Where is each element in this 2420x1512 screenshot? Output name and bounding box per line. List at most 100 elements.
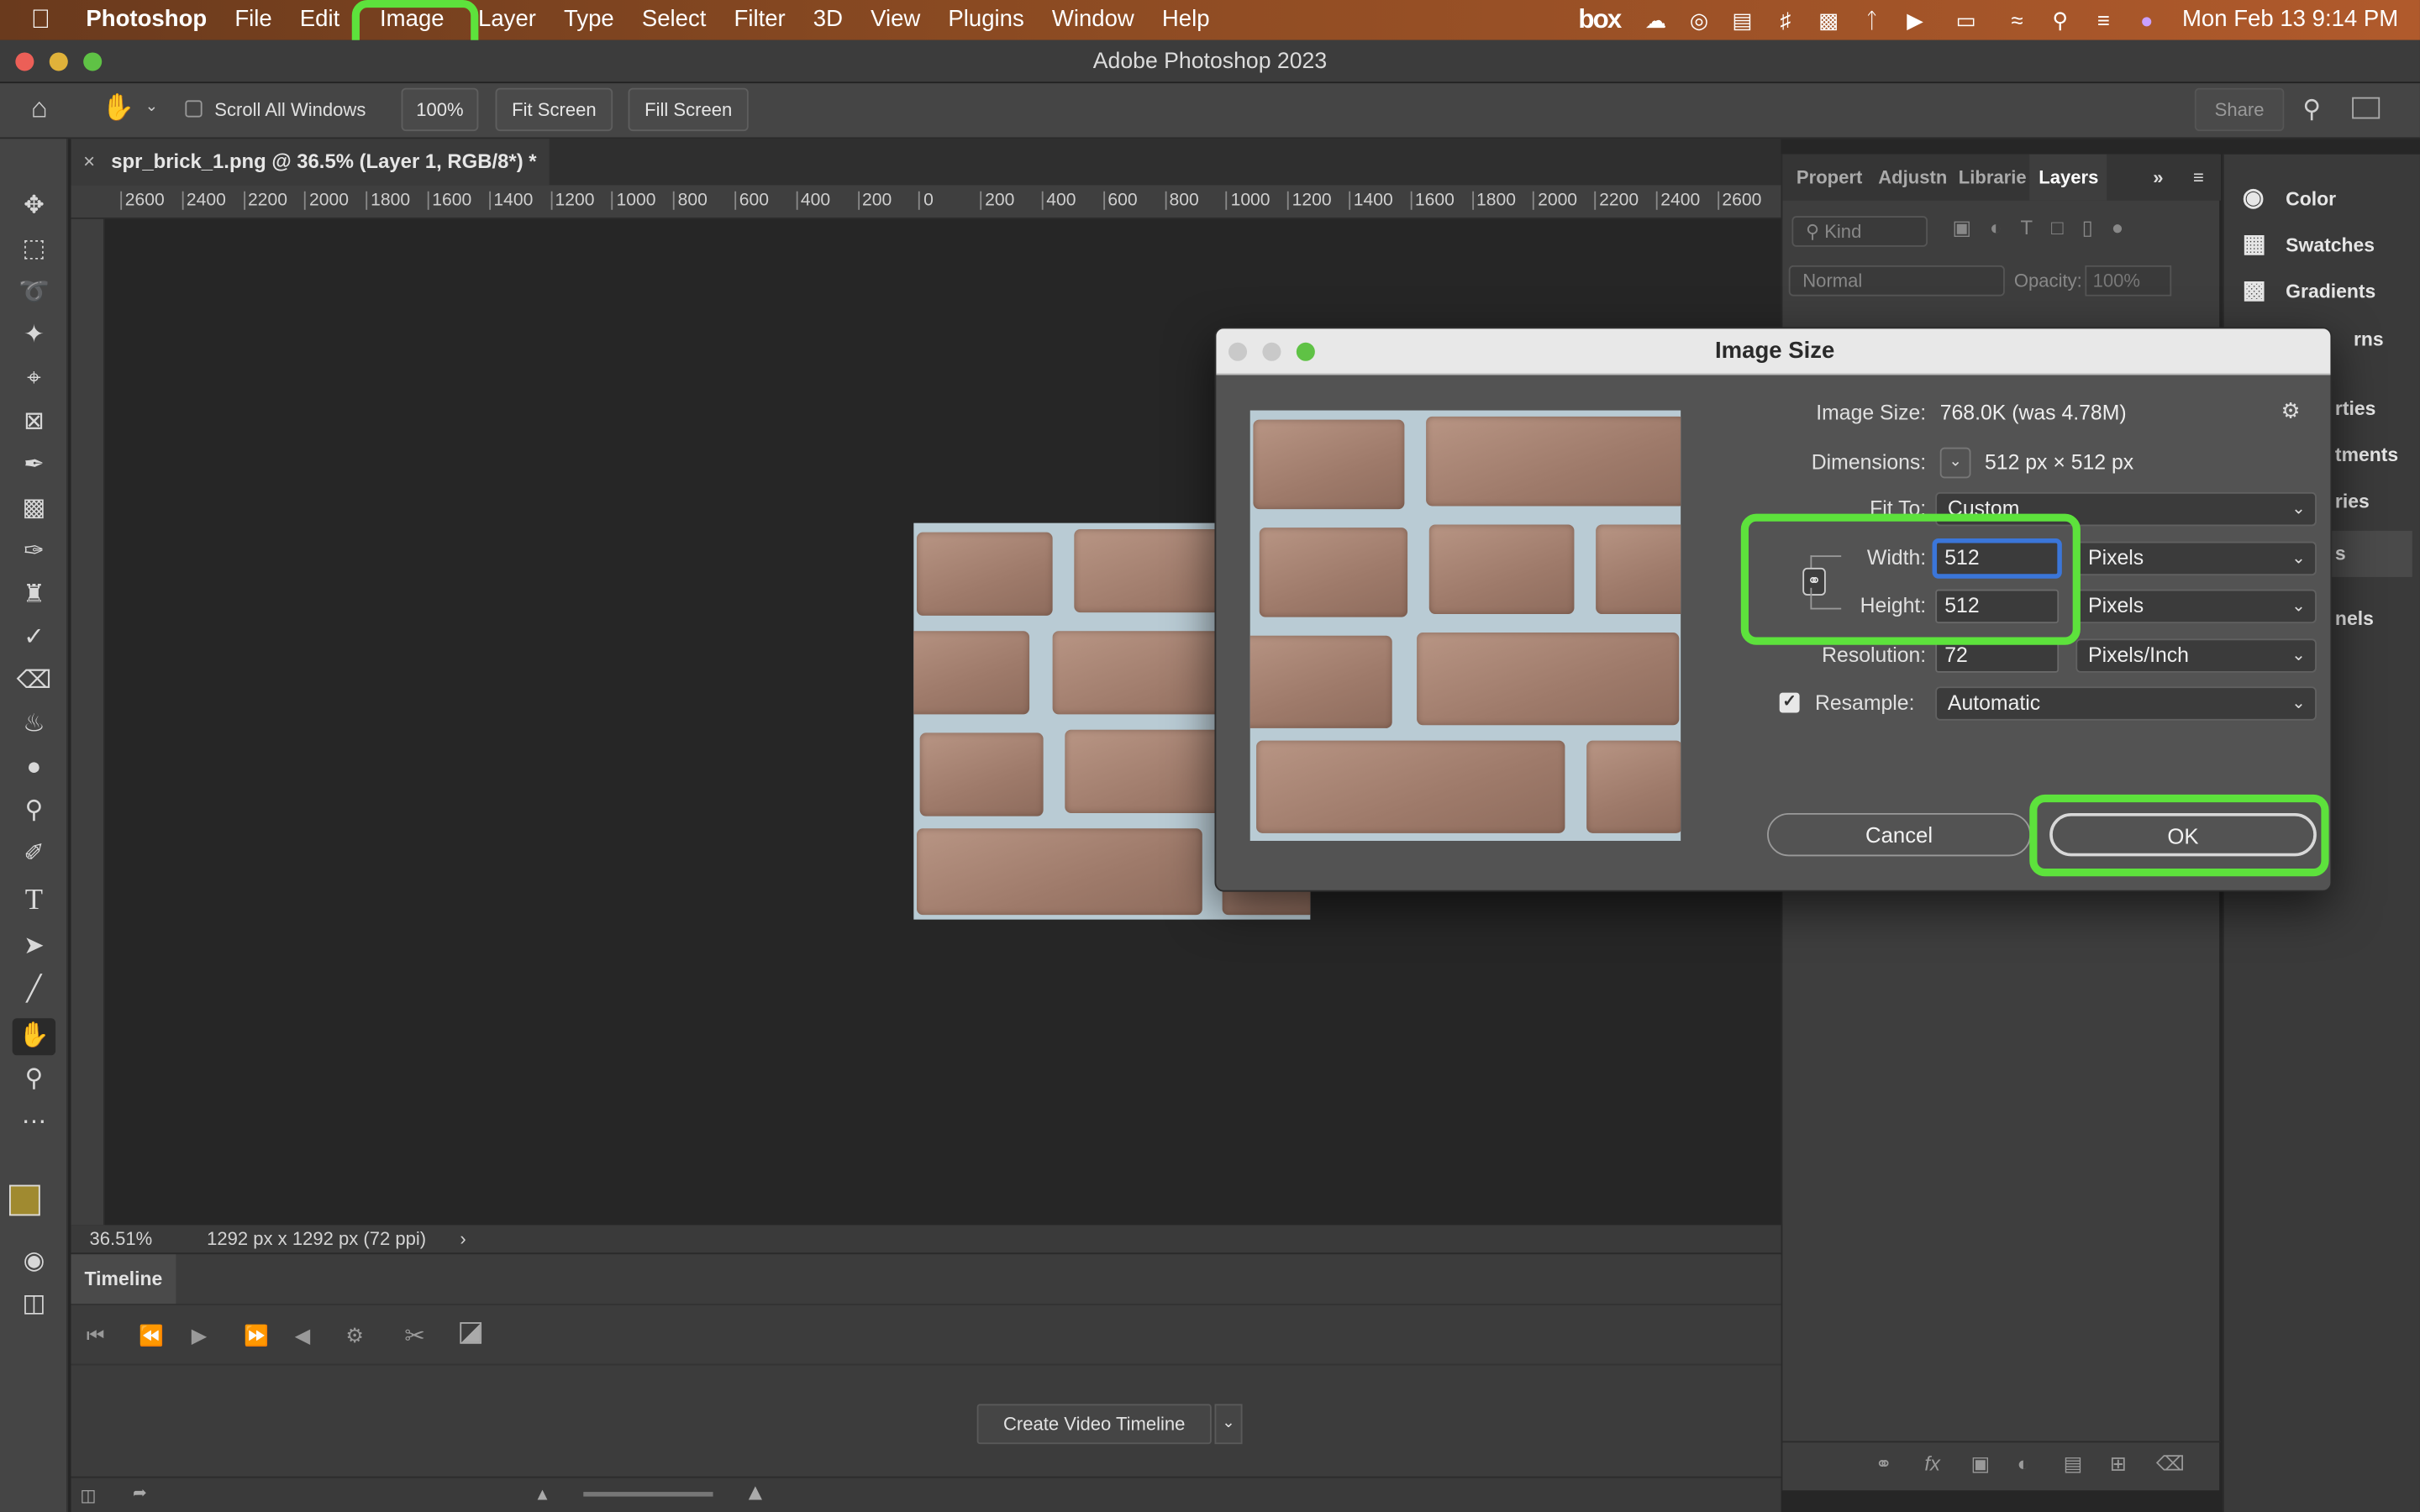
resolution-input[interactable]: 72 <box>1935 638 2060 673</box>
menu-help[interactable]: Help <box>1148 0 1223 40</box>
fill-screen-button[interactable]: Fill Screen <box>628 87 749 132</box>
menu-filter[interactable]: Filter <box>720 0 799 40</box>
quick-mask-icon[interactable]: ◉ <box>13 1243 55 1280</box>
dialog-minimize-button[interactable] <box>1262 342 1281 361</box>
cancel-button[interactable]: Cancel <box>1767 812 2032 857</box>
bluetooth-icon[interactable]: ᛏ <box>1860 9 1884 31</box>
fit-screen-button[interactable]: Fit Screen <box>495 87 613 132</box>
paint-bucket-tool-icon[interactable]: ♨ <box>13 706 55 743</box>
width-unit-select[interactable]: Pixels ⌄ <box>2075 541 2317 576</box>
scroll-all-checkbox[interactable] <box>185 100 203 118</box>
expand-tabs-icon[interactable]: » <box>2153 155 2163 201</box>
zoom-in-icon[interactable]: ▲ <box>744 1479 766 1505</box>
search-icon[interactable]: ⚲ <box>2048 9 2072 31</box>
play-icon[interactable]: ▶ <box>192 1324 207 1348</box>
quick-select-tool-icon[interactable]: ✦ <box>13 318 55 354</box>
link-layers-icon[interactable]: ⚭ <box>1876 1452 1892 1476</box>
fx-icon[interactable]: fx <box>1924 1452 1940 1475</box>
box-icon[interactable]: box <box>1565 0 1634 40</box>
menu-plugins[interactable]: Plugins <box>934 0 1038 40</box>
menu-clock[interactable]: Mon Feb 13 9:14 PM <box>2168 0 2420 40</box>
resample-select[interactable]: Automatic ⌄ <box>1935 686 2317 721</box>
control-center-icon[interactable]: ≡ <box>2091 9 2116 31</box>
crop-tool-icon[interactable]: ⌖ <box>13 361 55 398</box>
close-tab-icon[interactable]: × <box>83 139 95 185</box>
line-tool-icon[interactable]: ╱ <box>13 972 55 1009</box>
dialog-close-button[interactable] <box>1228 342 1248 361</box>
height-unit-select[interactable]: Pixels ⌄ <box>2075 589 2317 624</box>
dodge-tool-icon[interactable]: ⚲ <box>13 793 55 830</box>
menu-type[interactable]: Type <box>550 0 628 40</box>
eraser-tool-icon[interactable]: ⌫ <box>13 664 55 701</box>
next-frame-icon[interactable]: ⏩ <box>244 1324 269 1348</box>
type-tool-icon[interactable]: T <box>13 883 55 920</box>
blend-mode-select[interactable]: Normal <box>1788 265 2005 297</box>
pen-tool-icon[interactable]: ✐ <box>13 836 55 873</box>
hand-tool-icon[interactable]: ✋ <box>12 1018 56 1056</box>
screen-mode-icon[interactable]: ◫ <box>13 1287 55 1324</box>
lasso-tool-icon[interactable]: ➰ <box>13 275 55 312</box>
chevron-down-icon[interactable]: ⌄ <box>145 99 158 116</box>
frame-tool-icon[interactable]: ⊠ <box>13 404 55 441</box>
workspace-icon[interactable] <box>2352 97 2381 119</box>
keyboard-icon[interactable]: ▤ <box>1730 9 1754 31</box>
width-input[interactable]: 512 <box>1935 541 2060 576</box>
battery-icon[interactable]: ▭ <box>1946 9 1986 31</box>
close-window-button[interactable] <box>15 52 34 71</box>
creative-cloud-icon[interactable]: ☁ <box>1644 9 1668 31</box>
marquee-tool-icon[interactable]: ⬚ <box>13 232 55 269</box>
dimensions-unit-dropdown[interactable]: ⌄ <box>1939 447 1971 479</box>
menu-select[interactable]: Select <box>628 0 720 40</box>
opacity-input[interactable]: 100% <box>2085 265 2172 297</box>
menu-window[interactable]: Window <box>1038 0 1148 40</box>
delete-layer-icon[interactable]: ⌫ <box>2156 1452 2185 1476</box>
search-icon[interactable]: ⚲ <box>2302 94 2321 125</box>
chevron-right-icon[interactable]: › <box>460 1225 466 1252</box>
timeline-options-dropdown[interactable]: ⌄ <box>1214 1404 1243 1445</box>
tab-adjustments[interactable]: Adjustn <box>1878 155 1949 201</box>
tab-libraries[interactable]: Librarie <box>1959 155 2029 201</box>
fit-to-select[interactable]: Custom ⌄ <box>1935 491 2317 527</box>
menu-app-photoshop[interactable]: Photoshop <box>65 0 221 40</box>
menu-edit[interactable]: Edit <box>286 0 354 40</box>
audio-icon[interactable]: ◀ <box>295 1324 310 1348</box>
eyedropper-tool-icon[interactable]: ✒ <box>13 448 55 485</box>
mute-icon[interactable]: ♯ <box>1773 9 1797 31</box>
scissors-icon[interactable]: ✂ <box>404 1320 425 1352</box>
settings-gear-icon[interactable]: ⚙ <box>345 1324 363 1348</box>
document-tab[interactable]: × spr_brick_1.png @ 36.5% (Layer 1, RGB/… <box>71 139 550 186</box>
share-button[interactable]: Share <box>2194 87 2285 132</box>
settings-gear-icon[interactable]: ⚙ <box>2281 398 2301 424</box>
zoom-100-button[interactable]: 100% <box>401 87 479 132</box>
blur-tool-icon[interactable]: ● <box>13 750 55 787</box>
hand-tool-preset-icon[interactable]: ✋ <box>102 92 134 123</box>
height-input[interactable]: 512 <box>1935 589 2060 624</box>
history-brush-tool-icon[interactable]: ✓ <box>13 620 55 657</box>
panel-gradients[interactable]: ▩ Gradients <box>2243 269 2376 315</box>
adjustment-layer-icon[interactable]: ◐ <box>2018 1452 2029 1475</box>
wifi-icon[interactable]: ≈ <box>2005 9 2029 31</box>
filter-kind-select[interactable]: ⚲ Kind <box>1791 216 1928 247</box>
tab-properties[interactable]: Propert <box>1797 155 1874 201</box>
menu-3d[interactable]: 3D <box>799 0 856 40</box>
menu-layer[interactable]: Layer <box>465 0 550 40</box>
menu-file[interactable]: File <box>221 0 286 40</box>
zoom-window-button[interactable] <box>83 52 103 71</box>
resolution-unit-select[interactable]: Pixels/Inch ⌄ <box>2075 638 2317 673</box>
healing-tool-icon[interactable]: ▩ <box>13 491 55 528</box>
path-select-tool-icon[interactable]: ➤ <box>13 929 55 966</box>
panel-swatches[interactable]: ▦ Swatches <box>2243 222 2375 268</box>
zoom-slider[interactable] <box>583 1492 713 1497</box>
more-tools-icon[interactable]: ⋯ <box>13 1105 55 1142</box>
panel-menu-icon[interactable]: ≡ <box>2193 155 2204 201</box>
document-info[interactable]: 1292 px x 1292 px (72 ppi) <box>207 1225 426 1252</box>
tab-timeline[interactable]: Timeline <box>71 1254 176 1305</box>
play-icon[interactable]: ▶ <box>1903 9 1928 31</box>
dialog-zoom-button[interactable] <box>1296 342 1315 361</box>
first-frame-icon[interactable]: ⏮ <box>87 1324 104 1348</box>
foreground-color-swatch[interactable] <box>9 1184 40 1216</box>
zoom-tool-icon[interactable]: ⚲ <box>13 1062 55 1099</box>
add-mask-icon[interactable]: ▣ <box>1970 1452 1990 1476</box>
new-group-icon[interactable]: ▤ <box>2064 1452 2083 1476</box>
transition-icon[interactable] <box>460 1322 482 1344</box>
